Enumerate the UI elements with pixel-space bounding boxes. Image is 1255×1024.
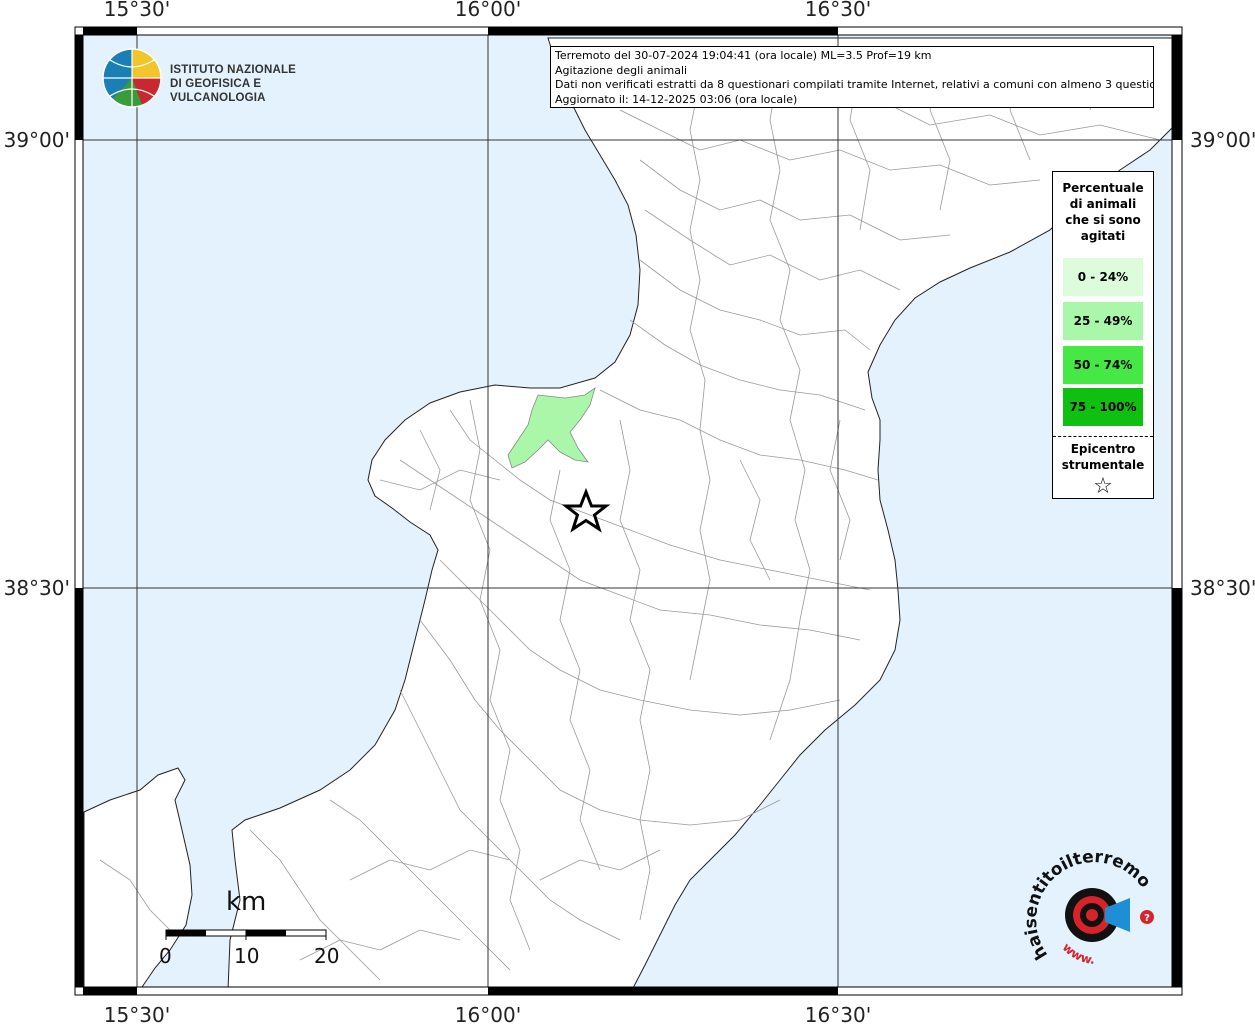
legend-epicenter-line: strumentale [1061,458,1145,472]
scale-unit: km [226,887,267,917]
lon-label-top-1: 15°30' [104,0,170,21]
legend-epicenter-line: Epicentro [1070,442,1136,456]
legend-class-25-49: 25 - 49% [1063,302,1143,340]
update-timestamp: Aggiornato il: 14-12-2025 03:06 (ora loc… [555,92,798,106]
legend-class-0-24: 0 - 24% [1063,258,1143,296]
map-canvas: 15°30' 16°00' 16°30' 15°30' 16°00' 16°30… [0,0,1255,1024]
lat-label-left-2: 38°30' [4,576,70,600]
lon-label-bottom-1: 15°30' [104,1003,170,1024]
legend-title-line: agitati [1080,229,1126,243]
lon-label-top-3: 16°30' [805,0,871,21]
lat-label-right-1: 39°00' [1190,128,1255,152]
legend-title-line: che si sono [1065,213,1141,227]
legend-title-line: Percentuale [1062,181,1144,195]
globe-icon [102,48,162,108]
lat-label-left-1: 39°00' [4,128,70,152]
event-title: Terremoto del 30-07-2024 19:04:41 (ora l… [555,49,932,62]
legend-divider [1053,436,1153,437]
legend-epicenter-label: Epicentro strumentale [1053,441,1153,473]
data-note: Dati non verificati estratti da 8 questi… [555,78,1154,91]
scale-tick-0: 0 [159,944,172,968]
legend-class-50-74: 50 - 74% [1063,346,1143,384]
institute-line-1: ISTITUTO NAZIONALE [170,64,297,76]
map-subject: Agitazione degli animali [555,63,688,77]
ingv-logo: ISTITUTO NAZIONALE DI GEOFISICA E VULCAN… [102,48,342,108]
star-icon: ☆ [1093,474,1113,499]
institute-line-2: DI GEOFISICA E VULCANOLOGIA [170,78,266,104]
svg-text:?: ? [1144,913,1150,924]
lon-label-bottom-2: 16°00' [455,1003,521,1024]
legend-title: Percentuale di animali che si sono agita… [1053,180,1153,244]
scale-tick-20: 20 [314,944,340,968]
legend-title-line: di animali [1069,197,1137,211]
scale-tick-10: 10 [234,944,260,968]
event-info-box: Terremoto del 30-07-2024 19:04:41 (ora l… [550,46,1154,108]
lon-label-bottom-3: 16°30' [805,1003,871,1024]
legend-class-75-100: 75 - 100% [1063,388,1143,426]
lon-label-top-2: 16°00' [455,0,521,21]
lat-label-right-2: 38°30' [1190,576,1255,600]
legend-panel: Percentuale di animali che si sono agita… [1052,171,1154,499]
